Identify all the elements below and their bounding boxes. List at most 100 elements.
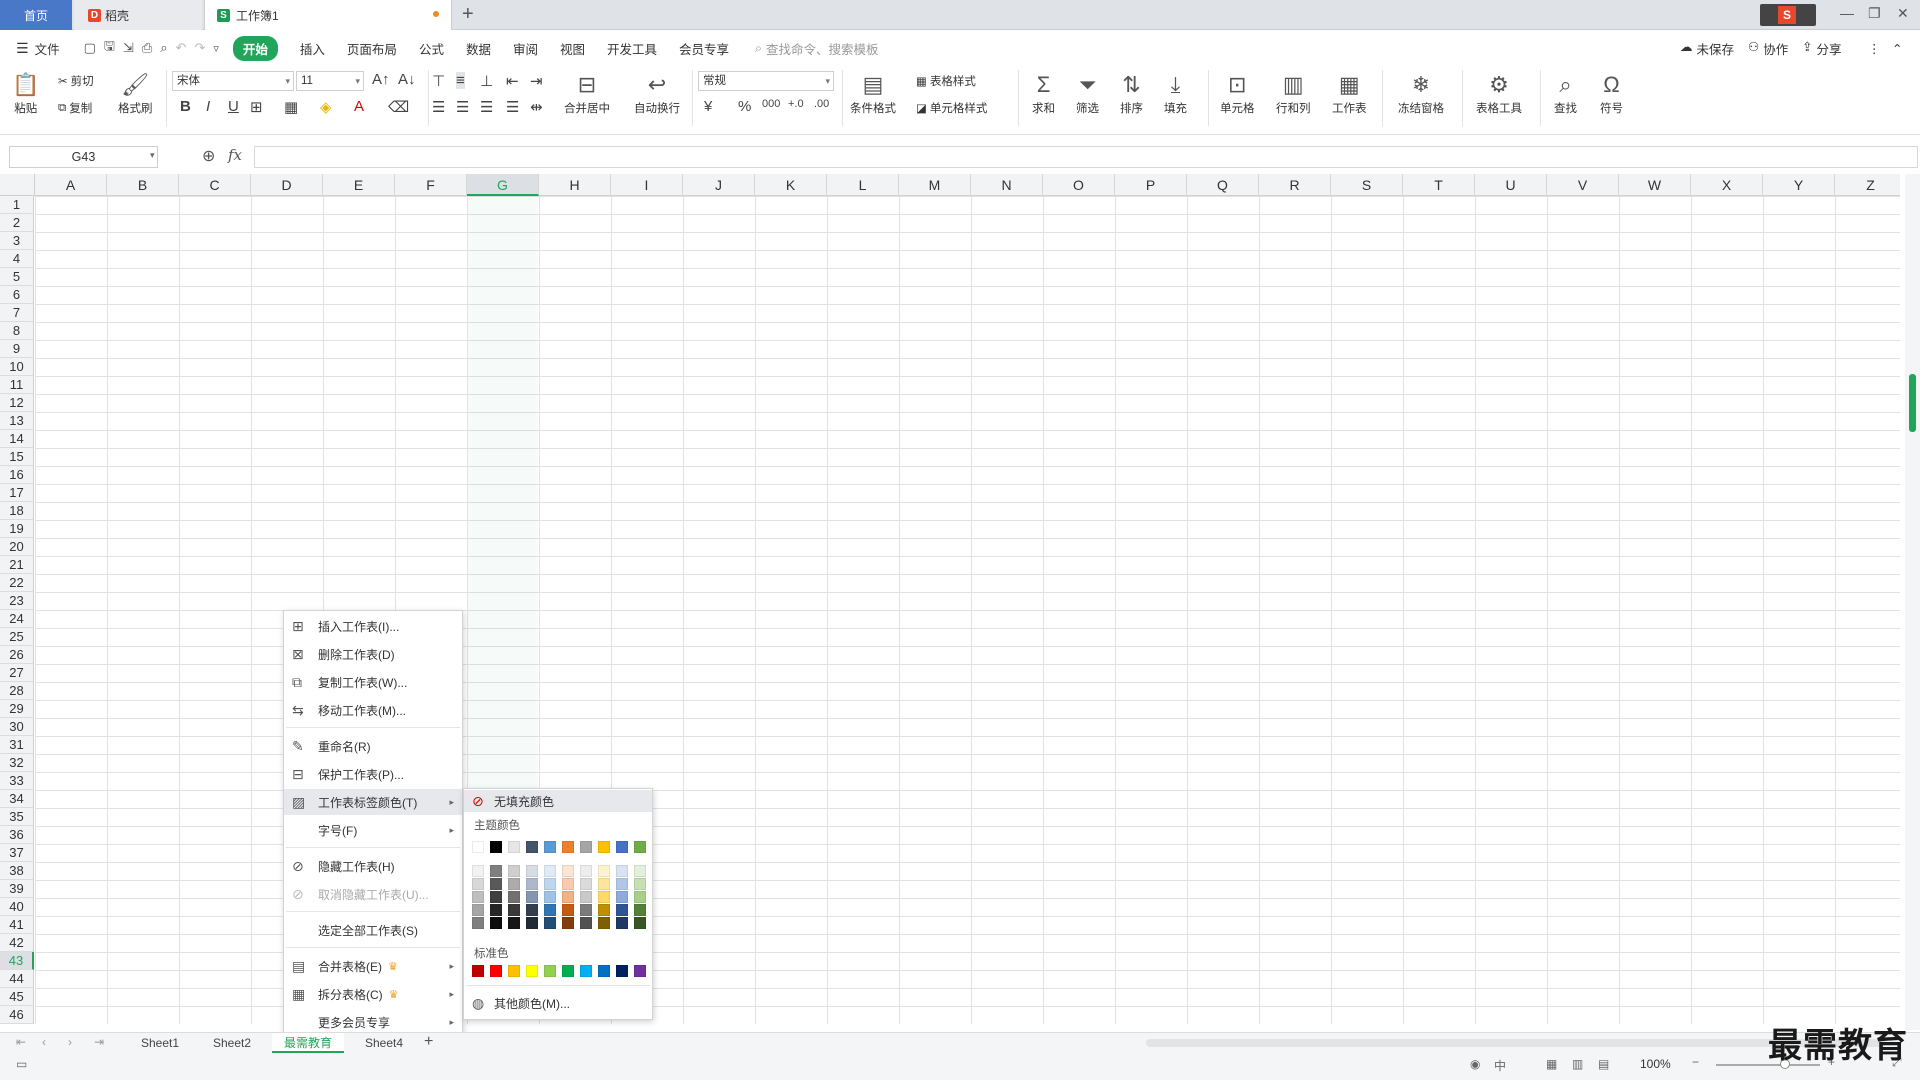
input-method-icon[interactable]: 中 [1494,1057,1506,1074]
column-header-r[interactable]: R [1259,174,1331,196]
row-header-28[interactable]: 28 [0,682,34,700]
theme-shade-swatch[interactable] [634,865,646,877]
select-all-sheets-item[interactable]: 选定全部工作表(S) [284,917,462,943]
row-header-25[interactable]: 25 [0,628,34,646]
column-header-b[interactable]: B [107,174,179,196]
row-header-16[interactable]: 16 [0,466,34,484]
theme-shade-swatch[interactable] [490,865,502,877]
minimize-icon[interactable]: — [1840,5,1854,21]
theme-shade-swatch[interactable] [562,865,574,877]
theme-shade-swatch[interactable] [508,865,520,877]
page-layout-view-icon[interactable]: ▥ [1572,1057,1583,1071]
theme-shade-swatch[interactable] [508,891,520,903]
column-header-p[interactable]: P [1115,174,1187,196]
theme-shade-swatch[interactable] [508,917,520,929]
indent-decrease-icon[interactable]: ⇤ [506,72,519,90]
border-icon[interactable]: ⊞ [250,98,263,116]
theme-shade-swatch[interactable] [526,891,538,903]
column-header-k[interactable]: K [755,174,827,196]
column-header-y[interactable]: Y [1763,174,1835,196]
currency-icon[interactable]: ¥ [704,98,712,115]
sort-button[interactable]: ⇅ 排序 [1120,70,1143,116]
row-header-11[interactable]: 11 [0,376,34,394]
save-icon[interactable]: 🖫 [104,37,115,59]
row-header-29[interactable]: 29 [0,700,34,718]
table-tools-button[interactable]: ⚙ 表格工具 [1476,70,1522,116]
symbol-button[interactable]: Ω 符号 [1600,70,1623,116]
insert-sheet-item[interactable]: ⊞ 插入工作表(I)... [284,613,462,639]
theme-shade-swatch[interactable] [472,917,484,929]
decrease-decimal-icon[interactable]: .00 [814,98,829,110]
standard-color-swatch[interactable] [598,965,610,977]
quick-access-dropdown-icon[interactable]: ▿ [213,42,219,55]
protect-sheet-item[interactable]: ⊟ 保护工作表(P)... [284,761,462,787]
theme-shade-swatch[interactable] [490,891,502,903]
theme-shade-swatch[interactable] [544,917,556,929]
theme-shade-swatch[interactable] [508,904,520,916]
number-format-select[interactable]: 常规 [698,71,834,91]
column-header-i[interactable]: I [611,174,683,196]
justify-icon[interactable]: ☰ [506,98,519,116]
command-search[interactable]: 查找命令、搜索模板 [766,39,879,58]
cell-style-button[interactable]: ◪ 单元格样式 [916,100,987,116]
share-button[interactable]: ⇪ 分享 [1802,39,1842,58]
redo-icon[interactable]: ↷ [194,40,205,56]
column-header-n[interactable]: N [971,174,1043,196]
delete-sheet-item[interactable]: ⊠ 删除工作表(D) [284,641,462,667]
font-color-icon[interactable]: A [354,98,364,115]
fill-button[interactable]: ⤓ 填充 [1164,70,1187,116]
column-header-q[interactable]: Q [1187,174,1259,196]
theme-shade-swatch[interactable] [562,891,574,903]
theme-shade-swatch[interactable] [490,878,502,890]
theme-shade-swatch[interactable] [598,878,610,890]
collapse-ribbon-icon[interactable]: ⌃ [1892,41,1902,56]
theme-shade-swatch[interactable] [598,865,610,877]
theme-shade-swatch[interactable] [580,891,592,903]
preview-icon[interactable]: ⌕ [160,40,167,56]
freeze-panes-button[interactable]: ❄ 冻结窗格 [1398,70,1444,116]
row-header-1[interactable]: 1 [0,196,34,214]
indent-increase-icon[interactable]: ⇥ [530,72,543,90]
formula-input[interactable] [254,146,1918,168]
status-view-icon[interactable]: ▭ [16,1057,27,1071]
menu-developer[interactable]: 开发工具 [607,39,657,58]
menu-data[interactable]: 数据 [466,39,491,58]
standard-color-swatch[interactable] [544,965,556,977]
row-header-2[interactable]: 2 [0,214,34,232]
theme-shade-swatch[interactable] [598,917,610,929]
row-header-22[interactable]: 22 [0,574,34,592]
no-fill-item[interactable]: ⊘ 无填充颜色 [464,790,652,812]
theme-color-swatch[interactable] [634,841,646,853]
close-icon[interactable]: ✕ [1897,5,1909,22]
theme-color-swatch[interactable] [562,841,574,853]
percent-icon[interactable]: % [738,98,751,115]
collab-button[interactable]: ⚇ 协作 [1748,39,1788,58]
row-header-21[interactable]: 21 [0,556,34,574]
standard-color-swatch[interactable] [634,965,646,977]
cell-button[interactable]: ⊡ 单元格 [1220,70,1255,116]
menu-page-layout[interactable]: 页面布局 [347,39,397,58]
row-header-46[interactable]: 46 [0,1006,34,1024]
align-right-icon[interactable]: ☰ [480,98,493,116]
rename-sheet-item[interactable]: ✎ 重命名(R) [284,733,462,759]
row-header-5[interactable]: 5 [0,268,34,286]
standard-color-swatch[interactable] [472,965,484,977]
menu-formula[interactable]: 公式 [419,39,444,58]
find-button[interactable]: ⌕ 查找 [1554,70,1577,116]
account-avatar[interactable]: S [1760,4,1816,26]
theme-shade-swatch[interactable] [526,865,538,877]
standard-color-swatch[interactable] [508,965,520,977]
row-header-17[interactable]: 17 [0,484,34,502]
menu-review[interactable]: 审阅 [513,39,538,58]
fill-color-icon[interactable]: ◈ [320,98,332,116]
theme-color-swatch[interactable] [508,841,520,853]
row-header-24[interactable]: 24 [0,610,34,628]
theme-shade-swatch[interactable] [526,904,538,916]
tab-color-item[interactable]: ▨ 工作表标签颜色(T) ▸ [284,789,462,815]
hide-sheet-item[interactable]: ⊘ 隐藏工作表(H) [284,853,462,879]
restore-icon[interactable]: ❐ [1868,5,1881,22]
merge-tables-item[interactable]: ▤ 合并表格(E) ♛ ▸ [284,953,462,979]
font-name-select[interactable]: 宋体 [172,71,294,91]
theme-shade-swatch[interactable] [526,917,538,929]
font-size-select[interactable]: 11 [296,71,364,91]
